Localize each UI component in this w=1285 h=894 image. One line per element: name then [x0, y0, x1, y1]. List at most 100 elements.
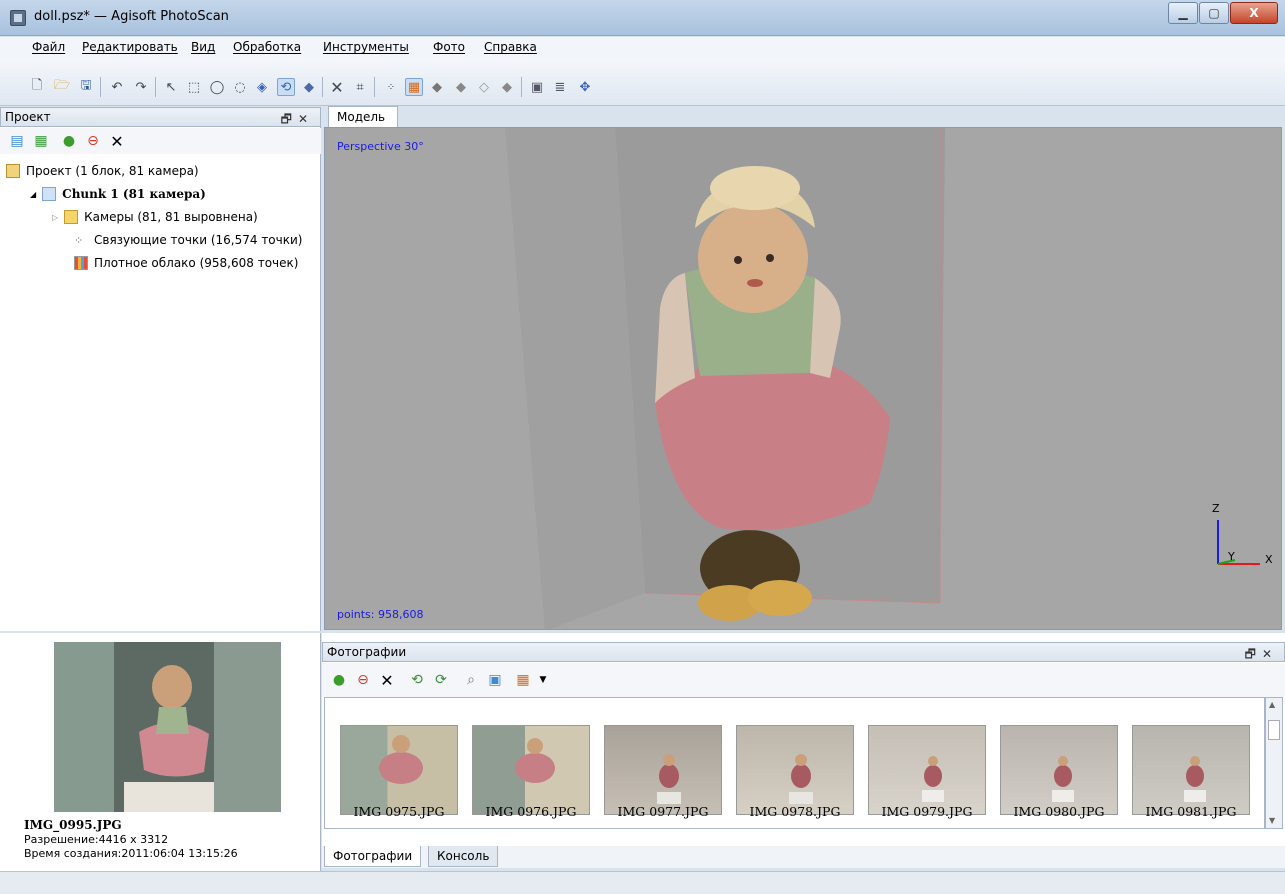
show-region-icon[interactable]: ≣ — [551, 78, 569, 96]
rotate-right-icon[interactable]: ⟳ — [432, 671, 450, 689]
project-panel-header: Проект 🗗✕ — [0, 107, 321, 127]
menu-help[interactable]: Справка — [484, 40, 537, 54]
thumbnail-label: IMG 0981.JPG — [1145, 804, 1237, 819]
tie-points-icon[interactable]: ⁘ — [382, 78, 400, 96]
tab-console[interactable]: Консоль — [428, 846, 499, 867]
show-cameras-icon[interactable]: ▣ — [528, 78, 546, 96]
thumbnail-image[interactable] — [604, 725, 722, 815]
minimize-button[interactable]: ▁ — [1168, 2, 1198, 24]
shaded-model-icon[interactable]: ◆ — [428, 78, 446, 96]
menu-bar: Файл Редактировать Вид Обработка Инструм… — [0, 37, 1285, 59]
menu-edit[interactable]: Редактировать — [82, 40, 178, 54]
scroll-down-icon[interactable]: ▼ — [1269, 816, 1275, 825]
folder-icon — [64, 210, 79, 224]
scroll-up-icon[interactable]: ▲ — [1269, 700, 1275, 709]
mask-icon[interactable]: ▣ — [486, 671, 504, 689]
tie-points-icon: ⁘ — [74, 233, 84, 247]
free-select-icon[interactable]: ◌ — [231, 78, 249, 96]
wireframe-model-icon[interactable]: ◇ — [475, 78, 493, 96]
main-toolbar: 🗋 🗁 🖫 ↶ ↷ ↖ ⬚ ◯ ◌ ◈ ⟲ ◆ ✕ ⌗ ⁘ ▦ ◆ ◆ ◇ ◆ … — [0, 59, 1285, 106]
center-view-icon[interactable]: ✥ — [576, 78, 594, 96]
disable-photo-icon[interactable]: ⊖ — [354, 671, 372, 689]
photos-toolbar: ● ⊖ ✕ ⟲ ⟳ ⌕ ▣ ▦ ▼ — [322, 663, 1285, 697]
view-mode-icon[interactable]: ▦ — [514, 671, 532, 689]
scroll-thumb[interactable] — [1268, 720, 1280, 740]
axis-x-label: X — [1265, 553, 1273, 566]
project-panel: Проект 🗗✕ ▤ ▦ ● ⊖ ✕ Проект (1 блок, 81 к… — [0, 107, 321, 631]
thumbnail-image[interactable] — [868, 725, 986, 815]
tree-item-cameras[interactable]: ▷ Камеры (81, 81 выровнена) — [52, 210, 258, 224]
navigation-icon[interactable]: ◈ — [253, 78, 271, 96]
thumbnail-label: IMG 0979.JPG — [881, 804, 973, 819]
menu-workflow[interactable]: Обработка — [233, 40, 301, 54]
add-photos-icon[interactable]: ▦ — [32, 132, 50, 150]
rotate-object-icon[interactable]: ⟲ — [277, 78, 295, 96]
bottom-tab-bar: Фотографии Консоль — [322, 846, 1285, 868]
rect-select-icon[interactable]: ⬚ — [185, 78, 203, 96]
menu-view[interactable]: Вид — [191, 40, 215, 54]
project-toolbar: ▤ ▦ ● ⊖ ✕ — [0, 128, 321, 154]
app-icon — [10, 10, 26, 26]
binoculars-icon[interactable]: ⌕ — [462, 671, 480, 689]
thumbnail-image[interactable] — [340, 725, 458, 815]
delete-selection-icon[interactable]: ✕ — [328, 78, 346, 97]
model-viewport[interactable]: Perspective 30° points: 958,608 Z Y X — [324, 127, 1282, 630]
menu-file[interactable]: Файл — [32, 40, 65, 54]
preview-resolution: Разрешение:4416 x 3312 — [24, 833, 169, 846]
window-title: doll.psz* — Agisoft PhotoScan — [34, 9, 229, 24]
thumbnail-image[interactable] — [736, 725, 854, 815]
chunk-icon — [42, 187, 57, 201]
remove-icon[interactable]: ✕ — [108, 132, 126, 151]
pointer-icon[interactable]: ↖ — [162, 78, 180, 96]
doll-head — [698, 203, 808, 313]
close-button[interactable]: X — [1230, 2, 1278, 24]
thumbnail-label: IMG 0975.JPG — [353, 804, 445, 819]
projection-label: Perspective 30° — [337, 140, 424, 153]
move-region-icon[interactable]: ◆ — [300, 78, 318, 96]
axis-z-label: Z — [1212, 502, 1220, 515]
tree-item-dense-cloud[interactable]: Плотное облако (958,608 точек) — [74, 256, 298, 270]
photos-panel-title: Фотографии — [327, 645, 407, 659]
solid-model-icon[interactable]: ◆ — [452, 78, 470, 96]
project-icon — [6, 164, 20, 178]
dense-cloud-icon — [74, 256, 88, 270]
title-bar[interactable]: doll.psz* — Agisoft PhotoScan ▁ ▢ X — [0, 0, 1285, 36]
tab-photos[interactable]: Фотографии — [324, 846, 422, 867]
new-file-icon[interactable]: 🗋 — [28, 78, 46, 96]
enable-photo-icon[interactable]: ● — [330, 671, 348, 689]
tree-item-chunk[interactable]: ◢ Chunk 1 (81 камера) — [30, 187, 206, 201]
view-mode-dropdown-icon[interactable]: ▼ — [534, 671, 552, 689]
circle-select-icon[interactable]: ◯ — [208, 78, 226, 96]
thumbnail-image[interactable] — [1000, 725, 1118, 815]
axis-y-label: Y — [1228, 550, 1235, 563]
photos-panel-header: Фотографии 🗗✕ — [322, 642, 1285, 662]
redo-icon[interactable]: ↷ — [132, 78, 150, 96]
rotate-left-icon[interactable]: ⟲ — [408, 671, 426, 689]
expand-arrow-icon[interactable]: ▷ — [52, 213, 58, 222]
thumbnail-scrollbar[interactable]: ▲ ▼ — [1265, 697, 1283, 829]
open-folder-icon[interactable]: 🗁 — [53, 78, 71, 96]
tree-item-tie-points[interactable]: ⁘ Связующие точки (16,574 точки) — [74, 233, 302, 247]
collapse-arrow-icon[interactable]: ◢ — [30, 190, 36, 199]
textured-model-icon[interactable]: ◆ — [498, 78, 516, 96]
enable-icon[interactable]: ● — [60, 132, 78, 150]
dense-cloud-icon[interactable]: ▦ — [405, 78, 423, 96]
thumbnail-label: IMG 0978.JPG — [749, 804, 841, 819]
tree-item-project[interactable]: Проект (1 блок, 81 камера) — [6, 164, 199, 178]
add-chunk-icon[interactable]: ▤ — [8, 132, 26, 150]
thumbnail-image[interactable] — [1132, 725, 1250, 815]
project-panel-title: Проект — [5, 110, 51, 124]
status-bar — [0, 871, 1285, 894]
menu-tools[interactable]: Инструменты — [323, 40, 409, 54]
undo-icon[interactable]: ↶ — [108, 78, 126, 96]
thumbnail-strip[interactable]: IMG 0975.JPG IMG 0976.JPG IMG 0977.JPG I… — [324, 697, 1265, 829]
tab-model[interactable]: Модель — [328, 106, 398, 127]
save-icon[interactable]: 🖫 — [77, 78, 95, 96]
menu-photo[interactable]: Фото — [433, 40, 465, 54]
thumbnail-label: IMG 0977.JPG — [617, 804, 709, 819]
maximize-button[interactable]: ▢ — [1199, 2, 1229, 24]
crop-icon[interactable]: ⌗ — [351, 78, 369, 96]
disable-icon[interactable]: ⊖ — [84, 132, 102, 150]
thumbnail-image[interactable] — [472, 725, 590, 815]
remove-photo-icon[interactable]: ✕ — [378, 671, 396, 690]
